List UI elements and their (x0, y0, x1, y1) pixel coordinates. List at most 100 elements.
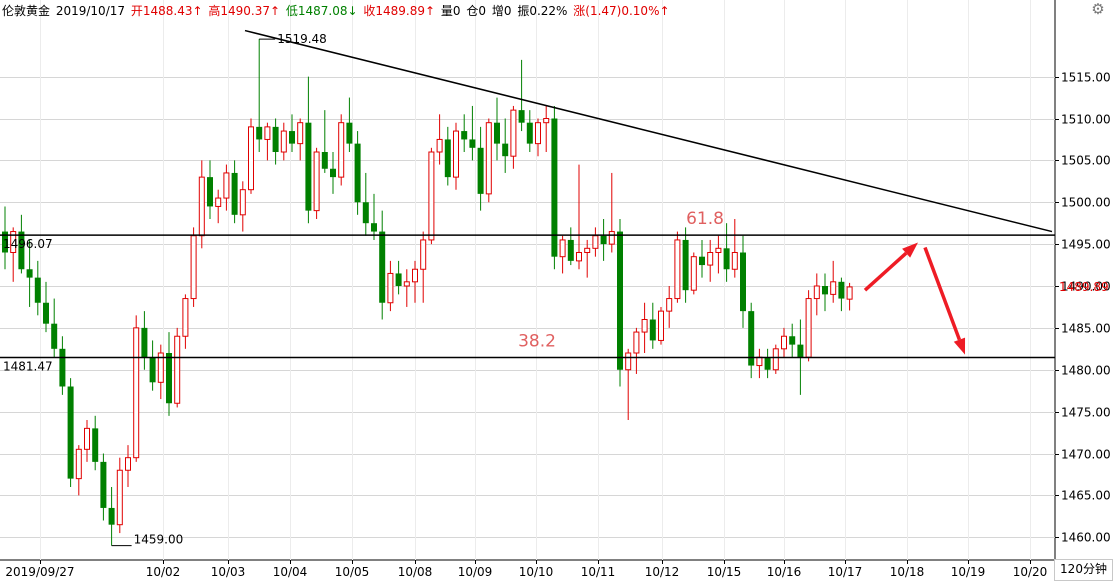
candle-body (666, 298, 673, 312)
y-tick-label: 1510.00 (1061, 113, 1111, 127)
candle-body (559, 239, 566, 258)
y-tick-label: 1505.00 (1061, 154, 1111, 168)
candle (658, 306, 664, 345)
level-price-label: 1496.07 (3, 237, 53, 251)
candle-body (584, 247, 591, 253)
candle-body (838, 281, 845, 299)
candle-body (166, 353, 172, 404)
x-tick-label: 10/17 (828, 565, 863, 579)
candle-body (420, 239, 427, 270)
candle-body (469, 139, 476, 148)
x-tick-label: 10/05 (335, 565, 370, 579)
last-price-label: 1489.89 (1059, 280, 1109, 294)
candle-body (592, 235, 599, 249)
low-price: 低1487.08↓ (285, 4, 358, 18)
candle-body (264, 126, 271, 140)
high-price: 高1490.37↑ (208, 4, 281, 18)
candle-body (215, 197, 222, 207)
candle (428, 147, 435, 245)
candle-body (313, 151, 320, 212)
candle-body (567, 239, 574, 261)
candle-body (617, 231, 623, 370)
candle-body (633, 331, 640, 354)
candle-body (436, 138, 443, 153)
candle-body (518, 110, 525, 123)
candle-body (805, 298, 812, 358)
candle-body (412, 268, 418, 283)
candle-body (756, 356, 763, 367)
candle-body (305, 122, 312, 211)
x-tick-label: 10/11 (581, 565, 616, 579)
candle-body (67, 386, 74, 479)
candle-body (485, 122, 492, 195)
candle-body (723, 248, 730, 270)
candlestick-chart[interactable]: 1460.00 1465.00 1470.00 1475.00 1480.00 1485.… (0, 0, 1113, 581)
candle-body (371, 223, 377, 232)
chart-background (0, 0, 1113, 581)
candle-body (600, 235, 607, 245)
candle-body (198, 176, 205, 237)
candle (485, 118, 492, 203)
candle-body (387, 272, 394, 304)
x-tick-label: 10/02 (146, 565, 181, 579)
candle-body (740, 252, 746, 312)
candle-body (690, 256, 697, 291)
candle-body (141, 327, 148, 358)
period-selector[interactable]: 120分钟 (1054, 559, 1113, 581)
quote-header: 伦敦黄金 2019/10/17 开1488.43↑ 高1490.37↑ 低148… (2, 2, 672, 20)
amplitude-value: 振0.22% (517, 4, 568, 18)
candle-body (502, 143, 509, 157)
candle-body (625, 352, 632, 371)
y-tick-label: 1485.00 (1061, 322, 1111, 336)
candle-body (772, 348, 779, 371)
x-tick-label: 10/08 (398, 565, 433, 579)
candle-body (608, 231, 615, 245)
y-tick-label: 1480.00 (1061, 364, 1111, 378)
candle-body (764, 357, 771, 370)
volume-value: 量0 (440, 4, 461, 18)
candle-body (822, 286, 828, 295)
candle-body (649, 319, 656, 341)
candle (805, 290, 812, 362)
increase-value: 增0 (491, 4, 512, 18)
candle-body (330, 168, 336, 178)
candle-body (231, 172, 238, 215)
candle (313, 147, 320, 219)
candle (354, 131, 361, 215)
y-tick-label: 1465.00 (1061, 489, 1111, 503)
candle-body (133, 327, 140, 459)
x-tick-label: 10/15 (707, 565, 742, 579)
candle-body (34, 277, 41, 303)
candle-body (444, 139, 451, 178)
fib-label: 38.2 (518, 331, 556, 351)
fib-label: 61.8 (686, 209, 724, 229)
x-tick-label: 10/03 (211, 565, 246, 579)
candle-body (682, 239, 689, 291)
candle-body (699, 256, 705, 266)
candle-body (108, 507, 115, 525)
x-tick-label: 10/16 (767, 565, 802, 579)
candle-body (707, 252, 714, 266)
candle-body (797, 344, 804, 358)
candle-body (239, 189, 246, 216)
candle (674, 231, 681, 303)
candle-body (526, 122, 533, 144)
candle-body (346, 122, 353, 144)
candle-body (75, 448, 82, 480)
candle-body (551, 118, 558, 257)
gear-icon[interactable]: ⚙ (1089, 0, 1107, 18)
candle (551, 105, 558, 270)
candle (174, 327, 181, 408)
x-tick-label: 10/12 (645, 565, 680, 579)
candle (772, 344, 779, 374)
candle-body (428, 151, 435, 241)
candle-body (256, 126, 263, 140)
candle-body (715, 247, 722, 253)
candle-body (731, 252, 738, 270)
candle-body (403, 281, 410, 287)
level-price-label: 1481.47 (3, 359, 53, 373)
chart-container[interactable]: 伦敦黄金 2019/10/17 开1488.43↑ 高1490.37↑ 低148… (0, 0, 1113, 581)
candle-body (26, 269, 33, 278)
candle-body (535, 122, 541, 145)
candle-body (379, 231, 386, 303)
